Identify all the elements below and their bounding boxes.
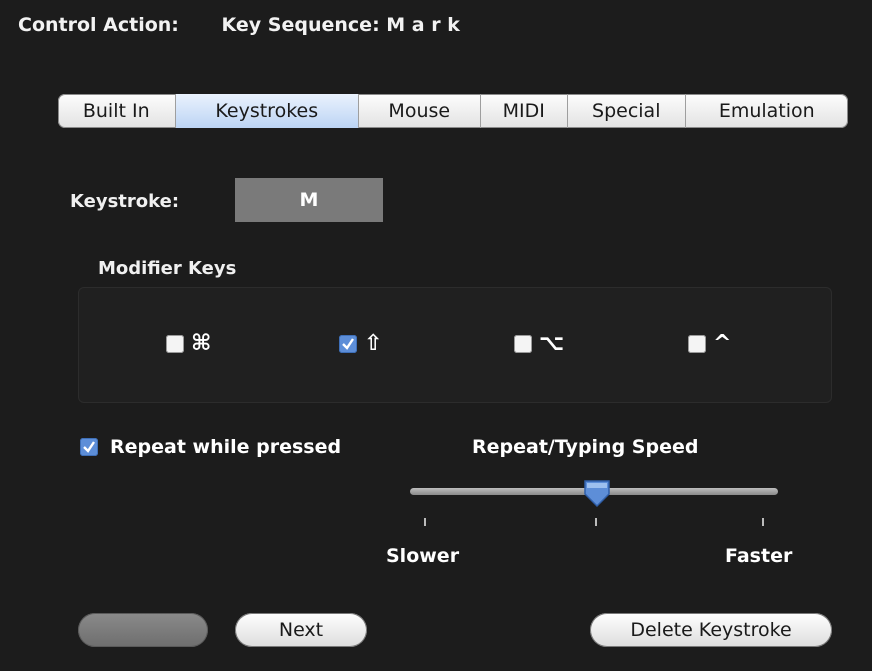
option-checkbox[interactable]	[514, 334, 532, 353]
repeat-checkbox[interactable]	[80, 438, 98, 456]
header: Control Action: Key Sequence: M a r k	[18, 14, 460, 36]
keystroke-label: Keystroke:	[70, 191, 180, 212]
tab-built-in[interactable]: Built In	[58, 94, 176, 128]
check-mark-icon	[342, 337, 354, 350]
tab-keystrokes[interactable]: Keystrokes	[175, 94, 359, 128]
repeat-label: Repeat while pressed	[110, 436, 342, 458]
speed-slider-thumb[interactable]	[582, 478, 612, 508]
modifier-option: ⌥	[514, 331, 564, 356]
repeat-option: Repeat while pressed	[80, 436, 341, 458]
control-action-label: Control Action:	[18, 14, 179, 36]
slider-tick	[762, 518, 764, 526]
tab-special[interactable]: Special	[568, 94, 686, 128]
command-key-icon: ⌘	[191, 331, 212, 356]
option-key-icon: ⌥	[539, 331, 565, 356]
modifier-command: ⌘	[166, 331, 211, 356]
tab-emulation[interactable]: Emulation	[686, 94, 849, 128]
control-checkbox[interactable]	[688, 334, 706, 353]
command-checkbox[interactable]	[166, 334, 184, 353]
modifier-shift: ⇧	[339, 331, 382, 356]
delete-keystroke-button[interactable]: Delete Keystroke	[590, 613, 832, 647]
previous-button[interactable]	[78, 613, 208, 647]
control-key-icon: ^	[713, 331, 732, 356]
slider-tick	[595, 518, 597, 526]
faster-label: Faster	[725, 545, 793, 567]
modifier-control: ^	[688, 331, 731, 356]
speed-title: Repeat/Typing Speed	[472, 436, 699, 458]
modifier-keys-title: Modifier Keys	[98, 258, 237, 279]
tab-midi[interactable]: MIDI	[481, 94, 568, 128]
next-button[interactable]: Next	[235, 613, 367, 647]
slider-tick	[424, 518, 426, 526]
slower-label: Slower	[386, 545, 460, 567]
shift-checkbox[interactable]	[339, 334, 357, 353]
shift-key-icon: ⇧	[364, 331, 383, 356]
keystroke-field[interactable]: M	[235, 178, 383, 222]
tab-mouse[interactable]: Mouse	[359, 94, 481, 128]
key-sequence-label: Key Sequence: M a r k	[221, 14, 460, 36]
check-mark-icon	[83, 441, 95, 453]
tab-bar: Built In Keystrokes Mouse MIDI Special E…	[58, 94, 848, 128]
